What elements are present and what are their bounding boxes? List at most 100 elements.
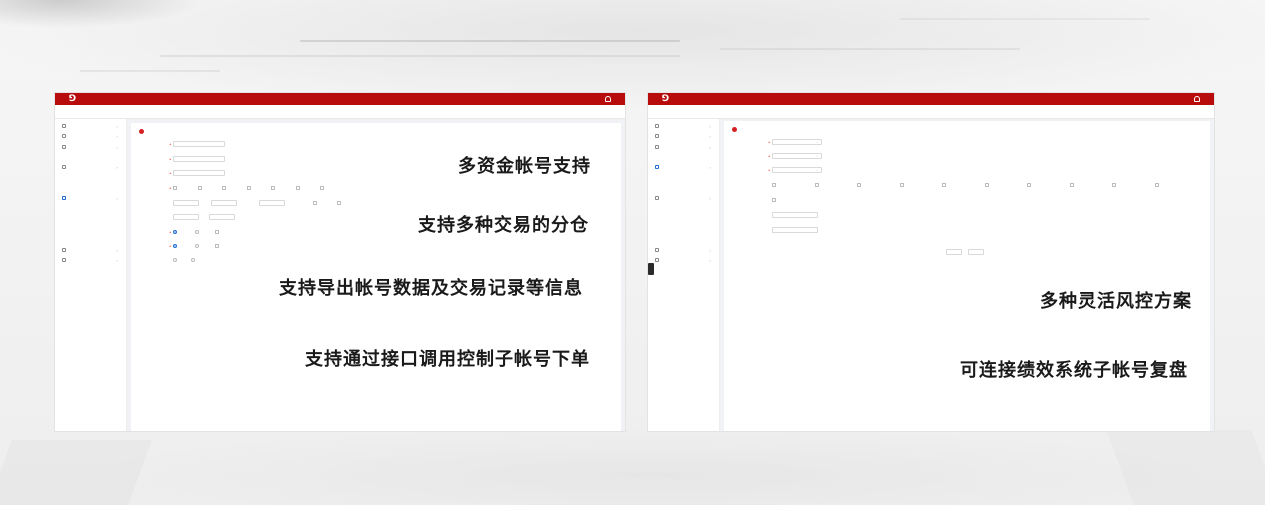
position-input[interactable] [173, 200, 199, 206]
option-checkbox[interactable] [814, 183, 819, 187]
option-checkbox[interactable] [337, 201, 341, 205]
feature-caption-api: 支持通过接口调用控制子帐号下单 [305, 349, 590, 370]
logo-icon: ⅁ [69, 94, 76, 104]
option-checkbox[interactable] [295, 186, 300, 190]
scheme-select[interactable] [772, 139, 822, 145]
sidebar-subitem[interactable] [55, 226, 126, 233]
option-checkbox[interactable] [313, 201, 317, 205]
account-icon [655, 144, 659, 149]
level1-input[interactable] [772, 212, 818, 218]
option-checkbox[interactable] [222, 186, 226, 190]
decor-shape [0, 440, 152, 505]
chevron-down-icon: ⌵ [816, 154, 819, 158]
option-checkbox[interactable] [246, 186, 251, 190]
option-checkbox[interactable] [215, 244, 219, 248]
radio-option[interactable] [173, 230, 177, 234]
chevron-icon: › [116, 247, 118, 253]
chevron-icon: › [709, 165, 711, 171]
feature-caption-review: 可连接绩效系统子帐号复盘 [960, 360, 1188, 381]
sidebar-item[interactable]: › [55, 247, 126, 254]
sidebar-subitem[interactable] [55, 205, 126, 212]
option-checkbox[interactable] [215, 230, 219, 234]
option-checkbox[interactable] [857, 183, 861, 187]
option-checkbox[interactable] [772, 198, 776, 202]
option-checkbox[interactable] [197, 186, 202, 190]
option-checkbox[interactable] [271, 186, 275, 190]
password-input[interactable] [173, 170, 225, 176]
feature-caption-export: 支持导出帐号数据及交易记录等信息 [279, 278, 583, 299]
sidebar-item[interactable]: › [55, 144, 126, 151]
feature-caption-risk: 多种灵活风控方案 [1040, 291, 1192, 312]
option-checkbox[interactable] [320, 186, 324, 190]
option-checkbox[interactable] [942, 183, 946, 187]
radio-option[interactable] [173, 258, 177, 262]
bell-icon[interactable] [605, 96, 611, 102]
option-checkbox[interactable] [1112, 183, 1116, 187]
option-checkbox[interactable] [1069, 183, 1074, 187]
trade-icon [655, 257, 659, 262]
radio-option[interactable] [195, 230, 199, 234]
bell-icon[interactable] [1194, 96, 1200, 102]
chevron-icon: › [116, 196, 118, 202]
sidebar-item[interactable]: › [55, 123, 126, 130]
limit-input[interactable] [173, 214, 199, 220]
sidebar-subitem[interactable] [55, 175, 126, 182]
sidebar-item[interactable]: › [648, 257, 719, 264]
position-input-2[interactable] [211, 200, 237, 206]
sidebar-subitem[interactable] [648, 185, 719, 192]
sidebar-collapse-handle[interactable] [648, 263, 654, 275]
account-input[interactable] [173, 156, 225, 162]
chevron-icon: › [709, 134, 711, 140]
form-card: * ⌵ * ⌵ * ⌵ [724, 121, 1210, 431]
decor-shape [1106, 430, 1265, 505]
sidebar-item[interactable]: › [55, 257, 126, 264]
sidebar-item[interactable]: › [648, 164, 719, 171]
breadcrumb-bar [55, 105, 625, 119]
chevron-icon: › [709, 196, 711, 202]
sidebar-item[interactable]: › [55, 133, 126, 140]
option-checkbox[interactable] [173, 186, 177, 190]
sidebar-item[interactable]: › [55, 164, 126, 171]
sidebar-item[interactable]: › [55, 195, 126, 202]
type-select[interactable] [772, 167, 822, 173]
sidebar-subitem[interactable] [55, 236, 126, 243]
option-checkbox[interactable] [899, 183, 904, 187]
sidebar-subitem[interactable] [648, 175, 719, 182]
chevron-icon: › [116, 257, 118, 263]
radio-option[interactable] [195, 244, 199, 248]
sidebar-item[interactable]: › [648, 144, 719, 151]
sidebar-subitem[interactable] [55, 216, 126, 223]
ratio-input[interactable] [259, 200, 285, 206]
radio-option[interactable] [191, 258, 195, 262]
sidebar-subitem[interactable] [648, 154, 719, 161]
sidebar-subitem[interactable] [648, 236, 719, 243]
sidebar-item[interactable]: › [648, 123, 719, 130]
fund-name-input[interactable] [173, 141, 225, 147]
sidebar-subitem[interactable] [648, 205, 719, 212]
option-checkbox[interactable] [772, 183, 776, 187]
level2-input[interactable] [772, 227, 818, 233]
sidebar-item[interactable]: › [648, 133, 719, 140]
title-marker [139, 129, 144, 134]
chevron-icon: › [709, 144, 711, 150]
sidebar-subitem[interactable] [648, 226, 719, 233]
option-checkbox[interactable] [1154, 183, 1159, 187]
option-checkbox[interactable] [984, 183, 989, 187]
radio-option[interactable] [173, 244, 177, 248]
monitor-select[interactable] [772, 153, 822, 159]
sidebar-subitem[interactable] [55, 154, 126, 161]
sidebar-subitem[interactable] [648, 216, 719, 223]
save-button[interactable] [968, 249, 984, 255]
limit-value-input[interactable] [209, 214, 235, 220]
product-icon [655, 124, 659, 128]
chevron-icon: › [116, 144, 118, 150]
form-label: * [768, 169, 770, 173]
form-label: * [169, 172, 171, 176]
option-checkbox[interactable] [1027, 183, 1031, 187]
sidebar-item[interactable]: › [648, 195, 719, 202]
chevron-down-icon: ⌵ [816, 168, 819, 172]
sidebar-item[interactable]: › [648, 247, 719, 254]
sidebar-subitem[interactable] [55, 185, 126, 192]
form-label: * [169, 187, 171, 191]
back-button[interactable] [946, 249, 962, 255]
